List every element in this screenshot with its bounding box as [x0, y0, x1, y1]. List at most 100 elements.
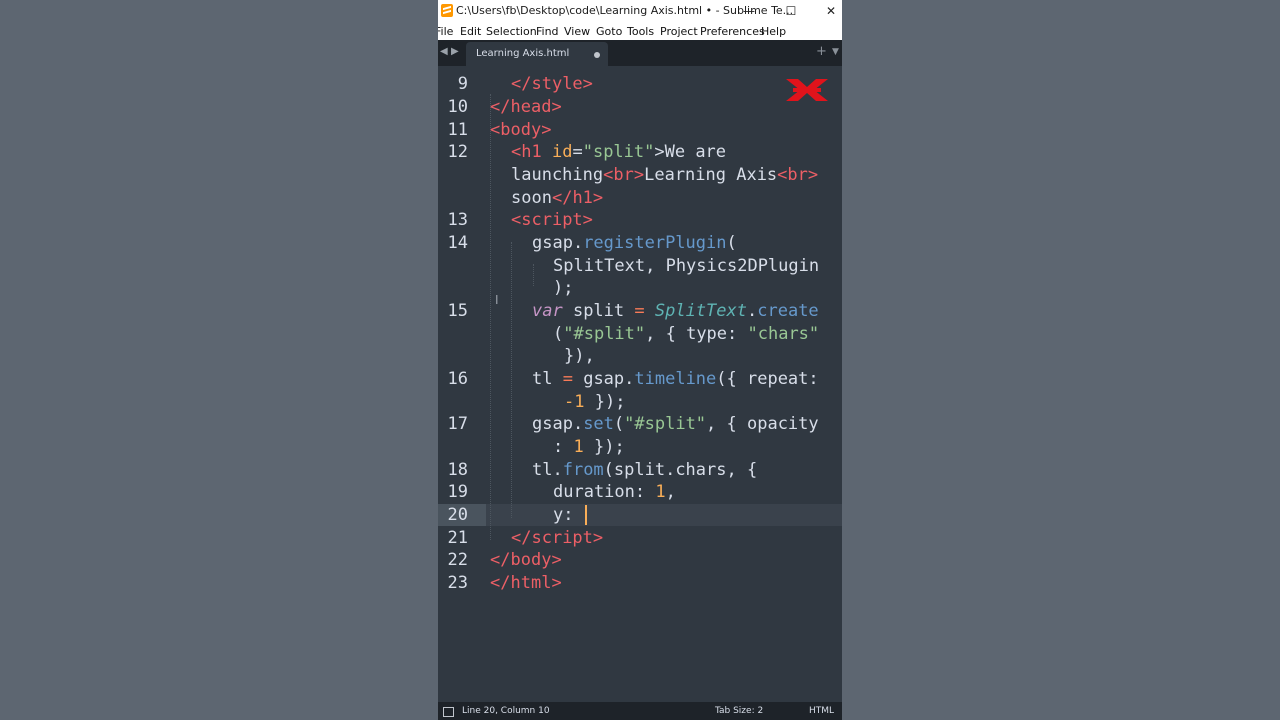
unsaved-dot-icon[interactable] [594, 52, 600, 58]
menu-help[interactable]: Help [761, 25, 786, 38]
code-token: > [551, 97, 562, 117]
code-token: timeline [634, 369, 717, 389]
code-line: <script> [511, 209, 593, 231]
code-token: > [551, 550, 562, 570]
line-number: 10 [447, 97, 468, 117]
code-line: </body> [490, 549, 562, 571]
code-line: <body> [490, 119, 551, 141]
code-editor[interactable]: 9 10 11 12 13 14 15 16 17 18 19 20 21 22… [438, 66, 842, 698]
code-token: < [511, 210, 522, 230]
code-token: registerPlugin [583, 233, 727, 253]
code-line: : 1 }); [553, 436, 625, 458]
code-token: < [490, 120, 501, 140]
tab-scroll-right-icon[interactable]: ▶ [451, 46, 459, 57]
code-token: soon [511, 188, 552, 208]
code-token: html [510, 573, 552, 593]
code-line: var split = SplitText.create [532, 300, 819, 322]
code-token: gsap. [532, 233, 584, 253]
code-token: split [562, 301, 635, 321]
code-token: 1 [655, 482, 666, 502]
code-token: duration: [553, 482, 656, 502]
line-number: 14 [447, 233, 468, 253]
menu-file[interactable]: File [438, 25, 453, 38]
close-button[interactable]: ✕ [812, 0, 842, 22]
menu-selection[interactable]: Selection [486, 25, 537, 38]
line-number: 22 [447, 550, 468, 570]
code-token: > [551, 573, 562, 593]
panel-toggle-icon[interactable] [443, 707, 454, 717]
status-bar: Line 20, Column 10 Tab Size: 2 HTML [438, 702, 842, 720]
code-token: }), [564, 346, 595, 366]
code-token: "#split" [563, 324, 646, 344]
line-number: 17 [447, 414, 468, 434]
code-token: style [531, 74, 583, 94]
code-token: </ [490, 550, 511, 570]
code-line: tl.from(split.chars, { [532, 459, 757, 481]
tab-list-dropdown-icon[interactable]: ▼ [832, 47, 839, 57]
code-token: >We are [654, 142, 727, 162]
code-token: head [510, 97, 552, 117]
maximize-button[interactable]: ☐ [772, 0, 810, 22]
code-token: "split" [582, 142, 655, 162]
code-token: SplitText, Physics2DPlugin [553, 256, 820, 276]
code-token: "chars" [747, 324, 820, 344]
menu-bar: File Edit Selection Find View Goto Tools… [438, 22, 842, 40]
code-token: ); [553, 278, 574, 298]
code-line: <h1 id="split">We are [511, 141, 726, 163]
title-bar: C:\Users\fb\Desktop\code\Learning Axis.h… [438, 0, 842, 22]
syntax-indicator[interactable]: HTML [809, 706, 834, 716]
code-line: soon</h1> [511, 187, 603, 209]
menu-find[interactable]: Find [536, 25, 559, 38]
menu-view[interactable]: View [564, 25, 590, 38]
menu-project[interactable]: Project [660, 25, 698, 38]
sublime-window: C:\Users\fb\Desktop\code\Learning Axis.h… [438, 0, 842, 720]
code-token: set [583, 414, 614, 434]
tab-scroll-left-icon[interactable]: ◀ [440, 46, 448, 57]
code-token: 1 [573, 437, 584, 457]
code-token: -1 [564, 392, 585, 412]
code-token: < [603, 165, 614, 185]
line-number: 11 [447, 120, 468, 140]
code-token: "#split" [624, 414, 707, 434]
code-token: </ [490, 573, 511, 593]
line-number: 16 [447, 369, 468, 389]
minimize-button[interactable]: — [730, 0, 768, 22]
menu-edit[interactable]: Edit [460, 25, 481, 38]
menu-preferences[interactable]: Preferences [700, 25, 765, 38]
line-number: 9 [457, 74, 468, 94]
code-token: script [531, 528, 593, 548]
line-number: 20 [447, 505, 468, 525]
code-token: < [777, 165, 788, 185]
code-line: y: [553, 504, 584, 526]
code-token: var [532, 301, 563, 321]
new-tab-icon[interactable]: + [816, 44, 827, 59]
menu-goto[interactable]: Goto [596, 25, 622, 38]
code-token: script [521, 210, 583, 230]
code-line: duration: 1, [553, 481, 676, 503]
code-line: </html> [490, 572, 562, 594]
tab-size-indicator[interactable]: Tab Size: 2 [715, 706, 763, 716]
code-token: > [592, 528, 604, 548]
code-token: from [562, 460, 604, 480]
code-token: tl [532, 369, 563, 389]
code-token: (split.chars, { [603, 460, 758, 480]
code-token: , [665, 482, 676, 502]
code-line: </head> [490, 96, 562, 118]
line-number: 13 [447, 210, 468, 230]
tab-learning-axis[interactable]: Learning Axis.html [466, 42, 608, 66]
code-token: = [562, 369, 573, 389]
code-token: > [582, 74, 593, 94]
code-token: . [747, 301, 758, 321]
sublime-app-icon [441, 4, 453, 17]
code-token: ( [726, 233, 737, 253]
code-token: </ [490, 97, 511, 117]
code-token: ({ repeat: [716, 369, 819, 389]
code-token: > [582, 210, 593, 230]
code-token: > [633, 165, 645, 185]
code-token: launching [511, 165, 604, 185]
tab-label: Learning Axis.html [476, 48, 570, 59]
menu-tools[interactable]: Tools [627, 25, 654, 38]
line-number: 23 [447, 573, 468, 593]
code-token: br [787, 165, 808, 185]
